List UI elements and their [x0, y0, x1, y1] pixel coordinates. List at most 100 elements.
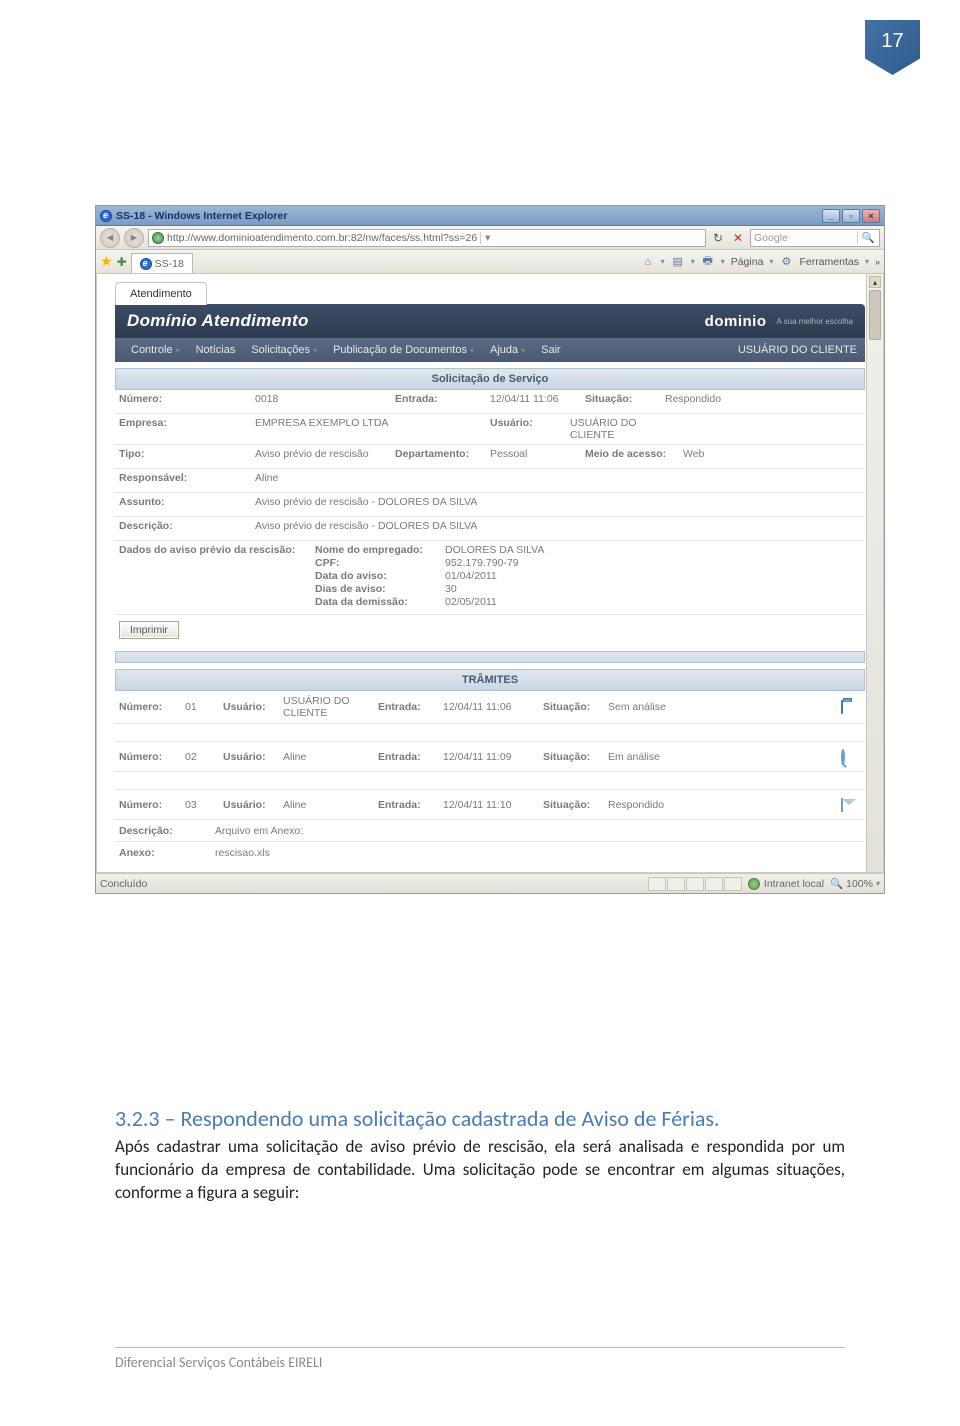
label-cpf: CPF: [315, 557, 445, 569]
zoom-value: 100% [846, 878, 873, 890]
t3-icon[interactable] [841, 799, 865, 811]
menu-noticias[interactable]: Notícias [188, 344, 244, 356]
t1-entrada: 12/04/11 11:06 [443, 701, 543, 713]
t3-situacao-label: Situação: [543, 799, 608, 811]
tab-label: SS-18 [155, 258, 184, 270]
add-favorite-icon[interactable]: ✚ [117, 255, 127, 269]
ie-logo-icon [100, 210, 112, 222]
globe-icon [152, 232, 164, 244]
value-assunto: Aviso prévio de rescisão - DOLORES DA SI… [255, 496, 865, 508]
value-empresa: EMPRESA EXEMPLO LTDA [255, 417, 490, 429]
label-meio: Meio de acesso: [585, 448, 683, 460]
status-cell [667, 877, 685, 891]
label-dept: Departamento: [395, 448, 490, 460]
address-bar[interactable]: http://www.dominioatendimento.com.br:82/… [148, 229, 706, 247]
zoom-icon[interactable]: 🔍 [830, 877, 843, 890]
feed-icon[interactable]: ▤ [671, 255, 685, 269]
label-empresa: Empresa: [115, 417, 255, 429]
value-situacao: Respondido [665, 393, 775, 405]
detail-descricao-label: Descrição: [115, 825, 215, 837]
menu-solicitacoes[interactable]: Solicitações ▾ [243, 344, 325, 356]
menu-ajuda[interactable]: Ajuda ▾ [482, 344, 533, 356]
value-tipo: Aviso prévio de rescisão [255, 448, 395, 460]
t1-usuario: USUÁRIO DO CLIENTE [283, 695, 378, 719]
search-icon[interactable]: 🔍 [857, 231, 879, 244]
app-tab-atendimento[interactable]: Atendimento [115, 282, 207, 305]
value-dias: 30 [445, 583, 457, 595]
page-menu[interactable]: Página [731, 256, 764, 268]
page-number-badge: 17 [865, 20, 920, 75]
window-titlebar: SS-18 - Windows Internet Explorer _ ▫ × [96, 206, 884, 226]
print-icon[interactable]: 🖶 [701, 255, 715, 269]
scrollbar-up-button[interactable]: ▴ [869, 276, 881, 288]
tramite-row-3: Número: 03 Usuário: Aline Entrada: 12/04… [115, 790, 865, 820]
t2-numero-label: Número: [115, 751, 185, 763]
t2-situacao: Em análise [608, 751, 708, 763]
label-entrada: Entrada: [395, 393, 490, 405]
menu-controle[interactable]: Controle ▾ [123, 344, 188, 356]
section-tramites-title: TRÂMITES [115, 669, 865, 691]
browser-window: SS-18 - Windows Internet Explorer _ ▫ × … [95, 205, 885, 894]
label-situacao: Situação: [585, 393, 665, 405]
label-numero: Número: [115, 393, 255, 405]
t2-icon[interactable] [841, 751, 865, 763]
back-button[interactable]: ◄ [100, 228, 120, 248]
scrollbar-thumb[interactable] [869, 290, 881, 340]
browser-tab[interactable]: SS-18 [131, 253, 193, 273]
row-descricao: Descrição: Aviso prévio de rescisão - DO… [115, 517, 865, 541]
tramite-row-1: Número: 01 Usuário: USUÁRIO DO CLIENTE E… [115, 691, 865, 724]
close-button[interactable]: × [862, 209, 880, 223]
menu-expand-icon[interactable]: » [875, 257, 880, 267]
t1-usuario-label: Usuário: [223, 701, 283, 713]
app-banner: Domínio Atendimento dominio A sua melhor… [115, 304, 865, 338]
favorites-star-icon[interactable]: ★ [100, 253, 113, 270]
t1-situacao-label: Situação: [543, 701, 608, 713]
t1-entrada-label: Entrada: [378, 701, 443, 713]
window-title: SS-18 - Windows Internet Explorer [116, 210, 287, 222]
t3-usuario: Aline [283, 799, 378, 811]
t3-numero-label: Número: [115, 799, 185, 811]
t1-icon[interactable] [841, 701, 865, 713]
t2-situacao-label: Situação: [543, 751, 608, 763]
value-nome-emp: DOLORES DA SILVA [445, 544, 544, 556]
t1-situacao: Sem análise [608, 701, 708, 713]
search-box[interactable]: Google 🔍 [750, 229, 880, 247]
t2-entrada-label: Entrada: [378, 751, 443, 763]
minimize-button[interactable]: _ [822, 209, 840, 223]
t1-numero-label: Número: [115, 701, 185, 713]
detail-descricao-row: Descrição: Arquivo em Anexo: [115, 820, 865, 842]
home-icon[interactable]: ⌂ [641, 255, 655, 269]
browser-statusbar: Concluído Intranet local 🔍 100% ▾ [96, 873, 884, 893]
zoom-dropdown-icon[interactable]: ▾ [876, 879, 880, 888]
detail-anexo-value[interactable]: rescisao.xls [215, 847, 270, 859]
label-assunto: Assunto: [115, 496, 255, 508]
brand-logo: dominio [705, 313, 767, 330]
stop-button[interactable]: ✕ [730, 230, 746, 246]
document-body-section: 3.2.3 – Respondendo uma solicitação cada… [115, 1105, 845, 1205]
menu-sair[interactable]: Sair [533, 344, 569, 356]
forward-button[interactable]: ► [124, 228, 144, 248]
maximize-button[interactable]: ▫ [842, 209, 860, 223]
label-dados: Dados do aviso prévio da rescisão: [115, 544, 315, 556]
detail-anexo-label: Anexo: [115, 847, 215, 859]
label-responsavel: Responsável: [115, 472, 255, 484]
print-button[interactable]: Imprimir [119, 621, 179, 639]
t1-numero: 01 [185, 701, 223, 713]
t3-entrada-label: Entrada: [378, 799, 443, 811]
status-done: Concluído [100, 878, 147, 890]
label-dias: Dias de aviso: [315, 583, 445, 595]
refresh-button[interactable]: ↻ [710, 230, 726, 246]
value-data-aviso: 01/04/2011 [445, 570, 497, 582]
value-entrada: 12/04/11 11:06 [490, 393, 585, 405]
row-responsavel: Responsável: Aline [115, 469, 865, 493]
section-paragraph: Após cadastrar uma solicitação de aviso … [115, 1136, 845, 1205]
folder-icon [841, 700, 843, 714]
url-text: http://www.dominioatendimento.com.br:82/… [167, 232, 477, 244]
tools-menu[interactable]: Ferramentas [799, 256, 859, 268]
menu-publicacao[interactable]: Publicação de Documentos ▾ [325, 344, 482, 356]
t2-numero: 02 [185, 751, 223, 763]
brand-tagline: A sua melhor escolha [777, 317, 854, 326]
address-dropdown-icon[interactable]: ▾ [480, 232, 494, 244]
value-numero: 0018 [255, 393, 395, 405]
magnify-icon [841, 749, 845, 765]
